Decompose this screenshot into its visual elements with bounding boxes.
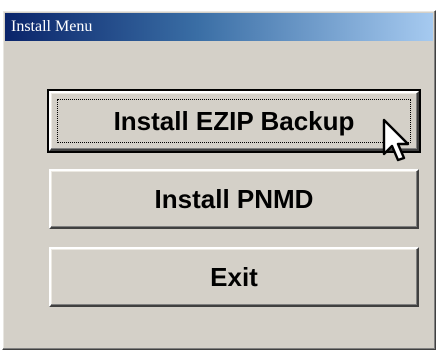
exit-label: Exit: [210, 261, 258, 292]
install-pnmd-label: Install PNMD: [154, 183, 314, 214]
install-pnmd-button[interactable]: Install PNMD: [49, 169, 419, 229]
title-bar[interactable]: Install Menu: [5, 13, 433, 41]
install-ezip-backup-button[interactable]: Install EZIP Backup: [47, 89, 421, 153]
window-title: Install Menu: [11, 18, 93, 35]
mouse-pointer-icon: [382, 118, 410, 162]
install-ezip-backup-label: Install EZIP Backup: [113, 105, 355, 136]
install-menu-window: Install Menu Install EZIP Backup Install…: [2, 10, 436, 350]
exit-button[interactable]: Exit: [49, 247, 419, 307]
